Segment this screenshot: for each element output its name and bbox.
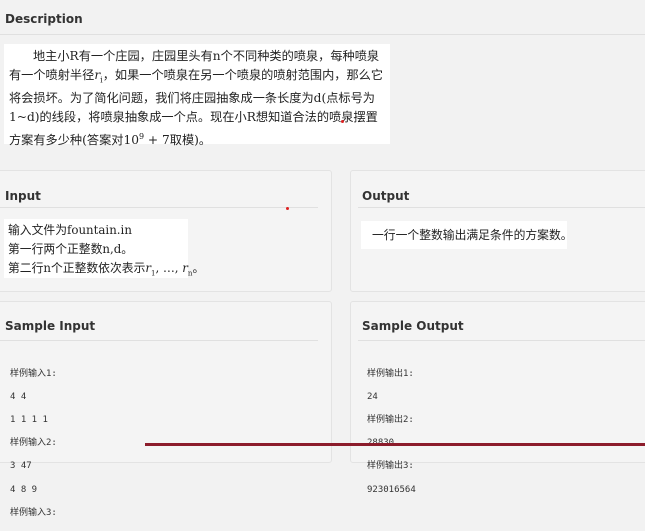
modulus-tail: + 7取模)。: [144, 133, 212, 148]
sample-input-divider: [0, 340, 318, 341]
description-text: 地主小R有一个庄园，庄园里头有n个不同种类的喷泉，每种喷泉有一个喷射半径ri，如…: [4, 44, 390, 151]
sample-output-title: Sample Output: [362, 319, 464, 333]
sample-input-line: 样例输入1:: [10, 368, 57, 379]
sample-input-line: 4 4: [10, 391, 27, 402]
input-title: Input: [5, 189, 41, 203]
sample-output-line: 样例输出2:: [367, 414, 414, 425]
sample-input-line: 样例输入2:: [10, 438, 57, 449]
input-line-3-prefix: 第二行n个正整数依次表示: [8, 261, 146, 275]
sample-input-title: Sample Input: [5, 319, 96, 333]
sample-output-divider: [358, 340, 645, 341]
sample-output-content: 样例输出1: 24 样例输出2: 28830 样例输出3: 923016564: [367, 357, 416, 508]
sample-output-line: 923016564: [367, 484, 416, 495]
input-line-3: 第二行n个正整数依次表示r1, …, rn。: [8, 259, 204, 283]
sample-input-line: 3 47: [10, 461, 32, 472]
input-line-2: 第一行两个正整数n,d。: [8, 242, 134, 256]
input-divider: [0, 207, 318, 208]
output-box: 一行一个整数输出满足条件的方案数。: [361, 221, 573, 249]
ellipsis: , …,: [155, 261, 183, 275]
red-dot-marker: [341, 120, 344, 123]
sample-input-line: 4 8 9: [10, 484, 38, 495]
sample-input-line: 1 1 1 1: [10, 414, 48, 425]
output-divider: [358, 207, 645, 208]
sample-output-line: 24: [367, 391, 378, 402]
sample-input-line: 样例输入3:: [10, 507, 57, 518]
description-title: Description: [5, 12, 83, 26]
input-line-1: 输入文件为fountain.in: [8, 223, 132, 237]
sample-output-line: 样例输出3:: [367, 461, 414, 472]
red-dot-marker: [286, 207, 289, 210]
output-title: Output: [362, 189, 410, 203]
input-box: 输入文件为fountain.in 第一行两个正整数n,d。 第二行n个正整数依次…: [4, 219, 204, 278]
sample-output-line: 样例输出1:: [367, 368, 414, 379]
output-text: 一行一个整数输出满足条件的方案数。: [372, 228, 573, 242]
sample-input-content: 样例输入1: 4 4 1 1 1 1 样例输入2: 3 47 4 8 9 样例输…: [10, 357, 57, 531]
modulus-base: 10: [123, 133, 139, 148]
description-box: 地主小R有一个庄园，庄园里头有n个不同种类的喷泉，每种喷泉有一个喷射半径ri，如…: [4, 44, 390, 148]
description-divider: [0, 34, 645, 35]
input-line-3-suffix: 。: [192, 261, 205, 275]
